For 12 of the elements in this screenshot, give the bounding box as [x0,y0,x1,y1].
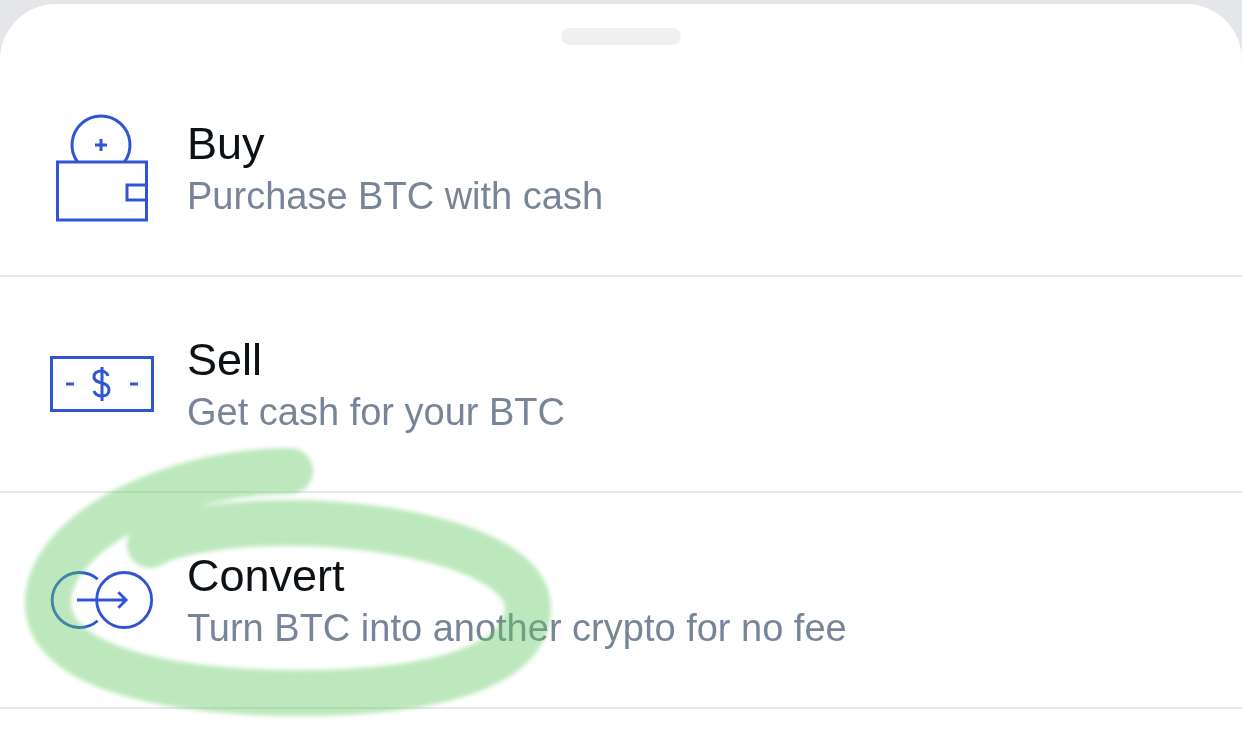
action-subtitle: Get cash for your BTC [187,390,565,435]
action-subtitle: Turn BTC into another crypto for no fee [187,606,847,651]
banknote-icon [50,356,154,412]
action-row[interactable]: Buy Purchase BTC with cash [0,61,1242,277]
action-title: Sell [187,333,263,387]
action-row[interactable]: Convert Turn BTC into another crypto for no fee [0,493,1242,709]
action-title: Convert [187,549,345,603]
wallet-coin-icon [56,114,148,222]
convert-circles-icon [49,569,155,631]
action-subtitle: Purchase BTC with cash [187,174,604,219]
action-row[interactable]: Sell Get cash for your BTC [0,277,1242,493]
action-title: Buy [187,117,265,171]
